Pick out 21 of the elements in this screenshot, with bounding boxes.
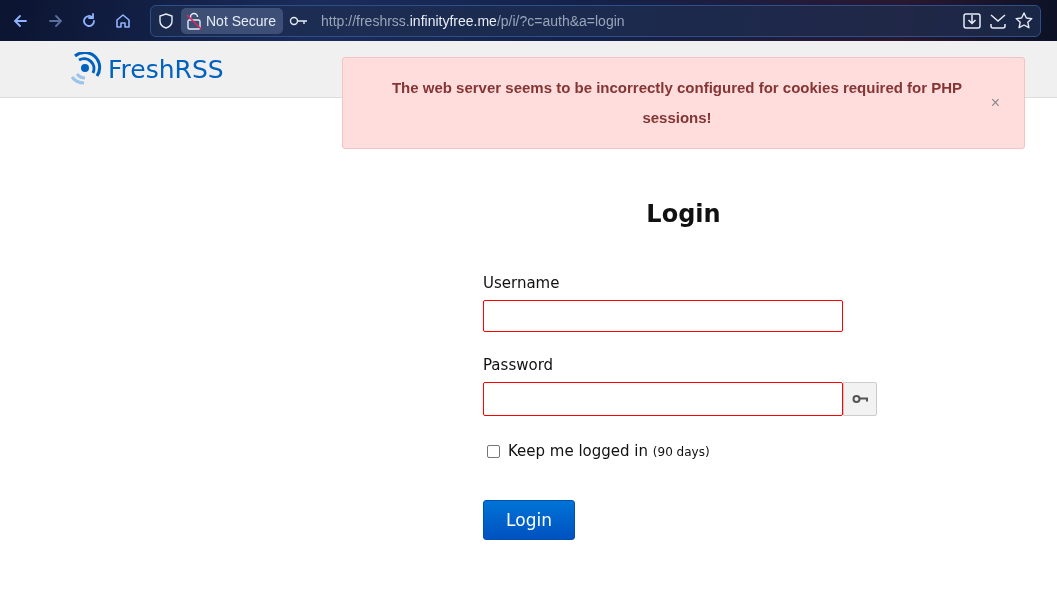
alert-message: The web server seems to be incorrectly configured for cookies required for PHP sessions! (390, 78, 964, 128)
download-icon[interactable] (962, 10, 982, 31)
password-field[interactable] (483, 382, 843, 416)
login-title: Login (645, 199, 722, 230)
checkbox[interactable] (487, 444, 500, 458)
key-icon (852, 394, 868, 404)
username-field[interactable] (483, 300, 843, 332)
show-password-button[interactable] (843, 382, 877, 416)
crossed-lock-icon (186, 11, 202, 30)
security-indicator[interactable]: Not Secure (181, 7, 284, 34)
checkbox-label[interactable]: Keep me logged in (90 days) (508, 442, 710, 460)
field-label: Password (483, 356, 555, 374)
shield-icon[interactable] (157, 11, 175, 30)
star-icon[interactable] (1014, 10, 1034, 31)
url-text[interactable]: http://freshrss.infinityfree.me/p/i/?c=auth&a=login (321, 12, 625, 29)
login-button[interactable]: Login (483, 500, 575, 540)
key-icon[interactable] (289, 14, 310, 27)
logo-icon (69, 52, 103, 86)
field-label: Username (483, 274, 561, 292)
address-bar[interactable]: Not Secure http://freshrss.infinityfree.me/p/i/?c=auth&a=login (150, 4, 1041, 37)
logo-text: FreshRSS (108, 54, 224, 84)
